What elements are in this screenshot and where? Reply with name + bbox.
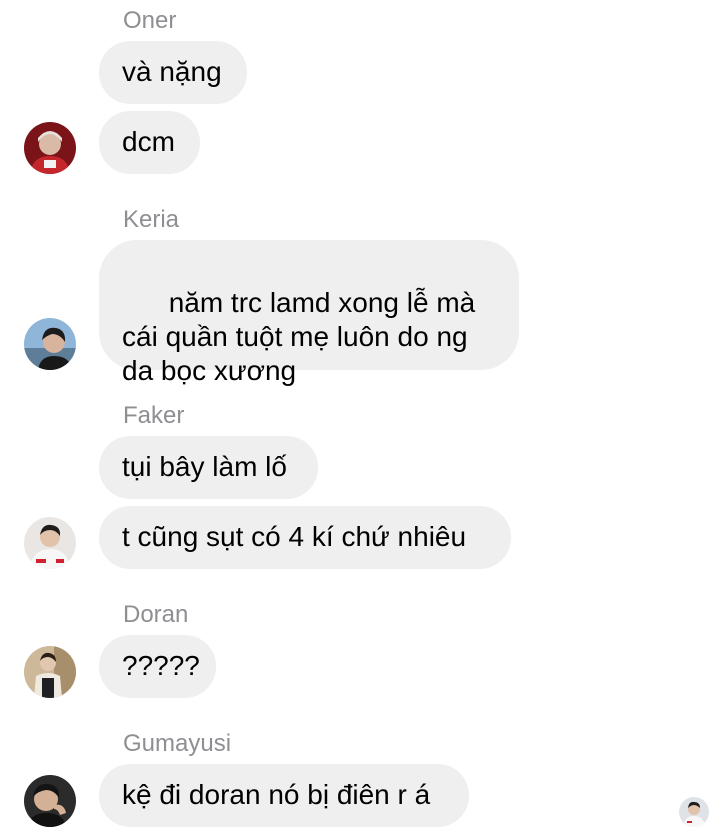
sender-name: Gumayusi — [123, 730, 232, 757]
gumayusi-avatar-icon[interactable] — [24, 775, 76, 827]
message-bubble[interactable]: tụi bây làm lố — [99, 436, 318, 499]
message-bubble[interactable]: và nặng — [99, 41, 247, 104]
faker-avatar-icon[interactable] — [24, 517, 76, 569]
message-text: năm trc lamd xong lễ mà cái quần tuột mẹ… — [122, 287, 484, 386]
sender-name: Keria — [123, 206, 180, 233]
sender-name: Faker — [123, 402, 185, 429]
sender-name: Oner — [123, 7, 177, 34]
message-bubble[interactable]: ????? — [99, 635, 216, 698]
keria-avatar-icon[interactable] — [24, 318, 76, 370]
message-bubble[interactable]: dcm — [99, 111, 200, 174]
oner-avatar-icon[interactable] — [24, 122, 76, 174]
sender-name: Doran — [123, 601, 189, 628]
read-receipt-avatar-icon — [679, 797, 709, 827]
doran-avatar-icon[interactable] — [24, 646, 76, 698]
message-bubble[interactable]: kệ đi doran nó bị điên r á — [99, 764, 469, 827]
message-bubble[interactable]: t cũng sụt có 4 kí chứ nhiêu — [99, 506, 511, 569]
message-bubble[interactable]: năm trc lamd xong lễ mà cái quần tuột mẹ… — [99, 240, 519, 491]
